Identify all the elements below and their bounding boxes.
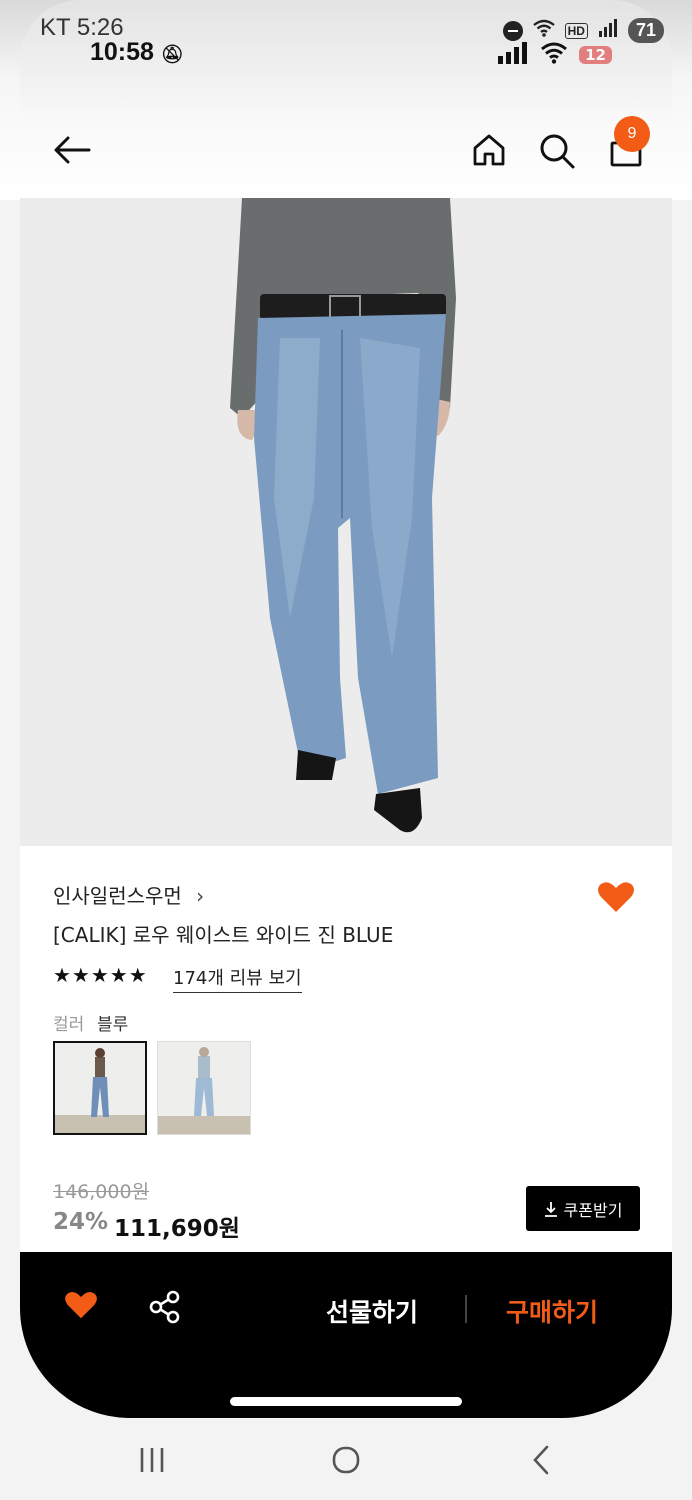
bottom-bar-divider <box>465 1295 467 1323</box>
inner-status-icons: 12 <box>497 42 612 68</box>
search-button[interactable] <box>538 132 576 170</box>
battery-inner: 12 <box>579 46 612 64</box>
rating-stars: ★★★★★ <box>53 963 148 987</box>
home-indicator[interactable] <box>230 1397 462 1406</box>
color-label: 컬러 <box>53 1015 85 1035</box>
brand-name: 인사일런스우먼 <box>53 884 182 908</box>
discount-rate: 24% <box>53 1209 109 1235</box>
share-icon <box>149 1290 180 1324</box>
sale-price: 111,690원 <box>114 1216 240 1242</box>
product-title: [CALIK] 로우 웨이스트 와이드 진 BLUE <box>53 923 394 947</box>
status-icons: HD 71 <box>502 18 664 43</box>
signal-icon-inner <box>497 42 529 68</box>
back-nav-button[interactable] <box>526 1440 556 1480</box>
buy-button[interactable]: 구매하기 <box>506 1293 598 1329</box>
home-button[interactable] <box>471 132 507 168</box>
dnd-icon <box>502 20 523 41</box>
heart-icon <box>598 882 634 912</box>
arrow-left-icon <box>54 136 91 164</box>
inner-status-time: 10:58 🔕︎ <box>90 38 184 67</box>
signal-icon <box>598 19 618 42</box>
home-icon <box>473 134 505 166</box>
color-swatch-1[interactable] <box>53 1041 147 1135</box>
heart-icon <box>65 1291 97 1319</box>
swatch-thumbnail <box>55 1043 145 1133</box>
color-value: 블루 <box>97 1015 129 1035</box>
share-button[interactable] <box>148 1290 182 1328</box>
battery-outer: 71 <box>627 18 664 43</box>
wishlist-button[interactable] <box>597 880 637 916</box>
swatch-thumbnail <box>158 1042 250 1134</box>
hd-label: HD <box>564 22 588 39</box>
brand-link[interactable]: 인사일런스우먼 › <box>53 880 204 909</box>
recents-icon <box>140 1448 164 1472</box>
cart-button[interactable]: 9 <box>608 116 650 168</box>
wifi-icon <box>532 19 555 42</box>
original-price: 146,000원 <box>53 1181 150 1203</box>
recents-button[interactable] <box>136 1440 168 1480</box>
gift-button[interactable]: 선물하기 <box>326 1293 418 1329</box>
home-nav-button[interactable] <box>328 1440 364 1480</box>
coupon-button-label: 쿠폰받기 <box>563 1200 623 1220</box>
inner-status-time-text: 10:58 <box>90 38 154 66</box>
chevron-right-icon: › <box>196 884 205 908</box>
wifi-icon-inner <box>541 42 568 68</box>
product-photo-jeans <box>20 198 672 846</box>
bottom-wishlist-button[interactable] <box>64 1290 98 1324</box>
chevron-left-icon <box>533 1445 549 1475</box>
coupon-button[interactable]: 쿠폰받기 <box>526 1186 640 1231</box>
cart-count-badge: 9 <box>614 116 650 152</box>
mute-icon: 🔕︎ <box>160 44 184 64</box>
search-icon <box>540 134 575 169</box>
product-image[interactable] <box>20 198 672 846</box>
back-button[interactable] <box>52 132 92 168</box>
circle-home-icon <box>332 1446 360 1474</box>
color-swatch-2[interactable] <box>157 1041 251 1135</box>
reviews-link[interactable]: 174개 리뷰 보기 <box>173 964 302 993</box>
download-icon <box>544 1201 557 1217</box>
